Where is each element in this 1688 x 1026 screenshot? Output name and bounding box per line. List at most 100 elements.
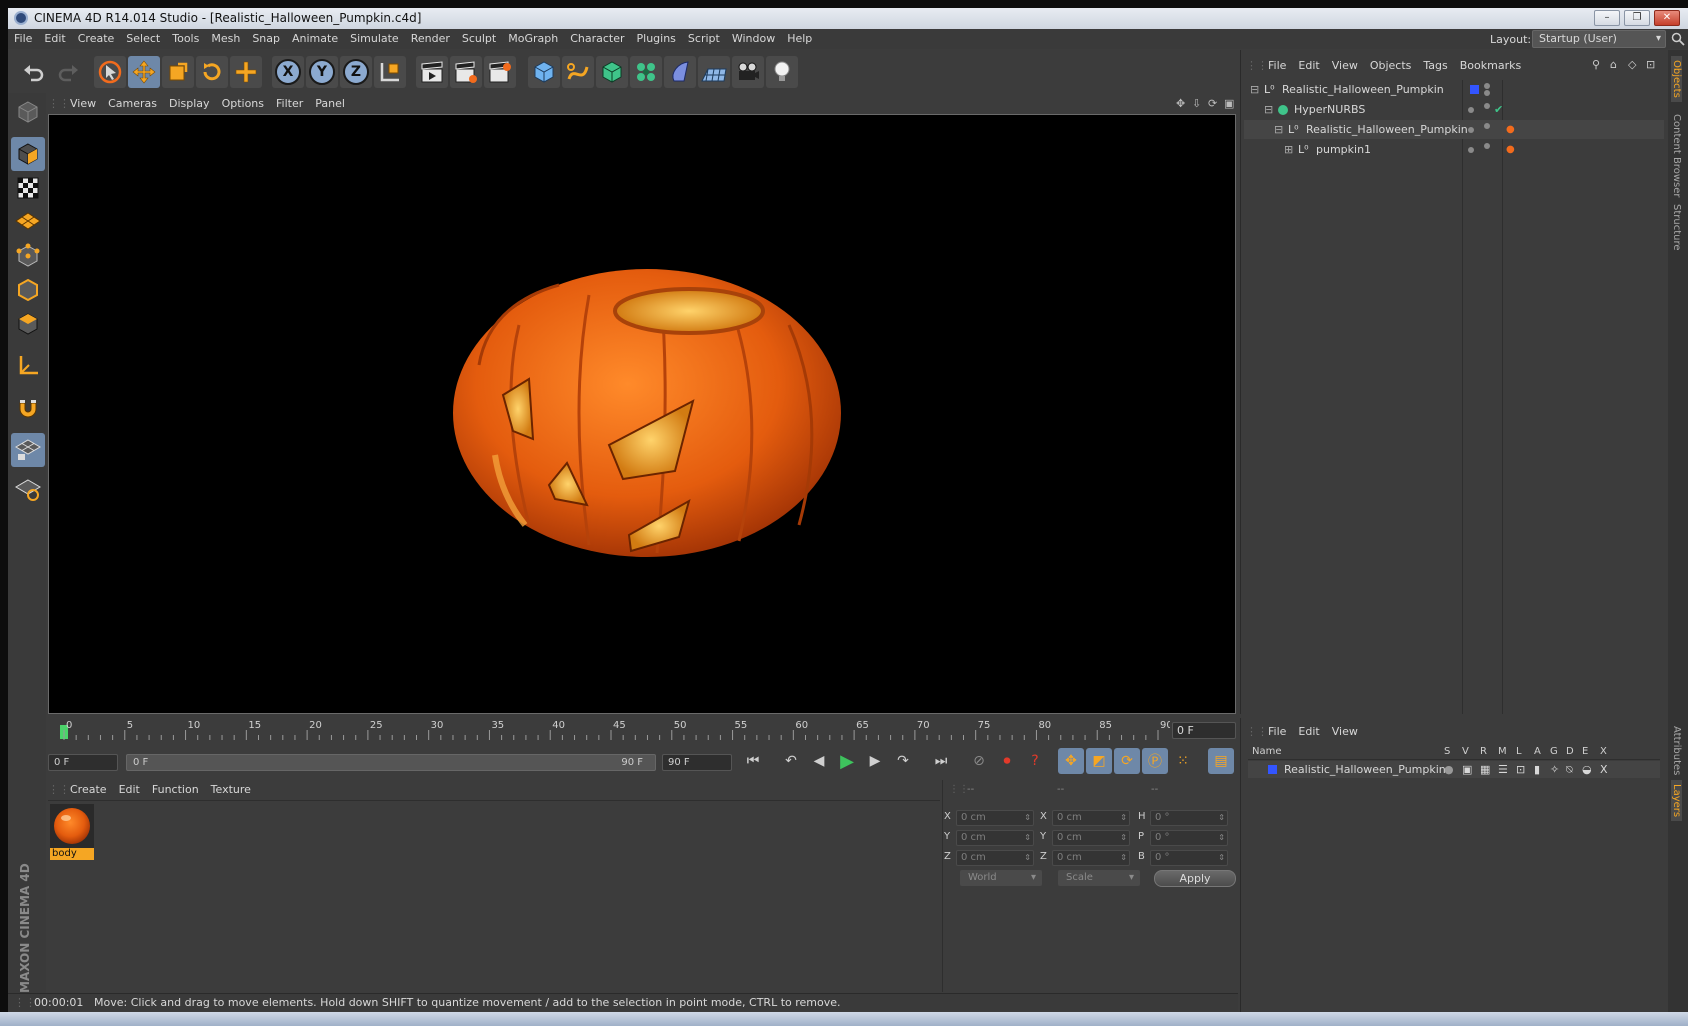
viewport-toggle-icon[interactable]: ▣ — [1224, 97, 1238, 111]
object-back-icon[interactable]: ◇ — [1628, 58, 1636, 71]
render-visibility-dot[interactable] — [1484, 90, 1490, 96]
expand-icon[interactable]: ⊞ — [1284, 140, 1293, 159]
viewport-menu-display[interactable]: Display — [163, 94, 216, 114]
snapping-button[interactable] — [11, 391, 45, 425]
objects-menu-tags[interactable]: Tags — [1417, 56, 1453, 76]
render-picture-viewer-button[interactable] — [450, 56, 482, 88]
col-animation[interactable]: A — [1534, 746, 1541, 757]
3d-viewport[interactable] — [48, 114, 1236, 714]
tab-attributes[interactable]: Attributes — [1671, 722, 1682, 779]
redo-button[interactable] — [52, 56, 84, 88]
minimize-button[interactable]: – — [1594, 10, 1620, 26]
rot-h-field[interactable]: 0 ° — [1150, 810, 1228, 826]
workplane-mode-button[interactable] — [11, 205, 45, 239]
material-menu-texture[interactable]: Texture — [205, 780, 257, 800]
points-mode-button[interactable] — [11, 239, 45, 273]
scale-tool-button[interactable] — [162, 56, 194, 88]
end-frame-field[interactable]: 90 F — [662, 754, 732, 771]
key-rotation-icon[interactable]: ⟳ — [1114, 748, 1140, 774]
edges-mode-button[interactable] — [11, 273, 45, 307]
restore-button[interactable]: ❐ — [1624, 10, 1650, 26]
key-parameter-icon[interactable]: Ⓟ — [1142, 748, 1168, 774]
key-scale-icon[interactable]: ◩ — [1086, 748, 1112, 774]
xref-toggle-icon[interactable]: X — [1600, 761, 1608, 778]
current-frame-field[interactable]: 0 F — [1172, 722, 1236, 739]
render-view-button[interactable] — [416, 56, 448, 88]
undo-button[interactable] — [18, 56, 50, 88]
col-deformers[interactable]: D — [1566, 746, 1574, 757]
recent-tool-button[interactable] — [230, 56, 262, 88]
menu-plugins[interactable]: Plugins — [631, 29, 682, 49]
layers-menu-file[interactable]: File — [1262, 722, 1292, 742]
menu-file[interactable]: File — [8, 29, 38, 49]
viewport-zoom-icon[interactable]: ⇩ — [1192, 97, 1206, 111]
col-expressions[interactable]: E — [1582, 746, 1588, 757]
previous-frame-button[interactable]: ◀ — [806, 748, 832, 774]
pos-z-field[interactable]: 0 cm — [956, 850, 1034, 866]
record-keys-icon[interactable]: ⊘ — [966, 748, 992, 774]
collapse-icon[interactable]: ⊟ — [1274, 120, 1283, 139]
key-pla-icon[interactable]: ⁙ — [1170, 748, 1196, 774]
move-tool-button[interactable] — [128, 56, 160, 88]
material-menu-create[interactable]: Create — [64, 780, 113, 800]
menu-mesh[interactable]: Mesh — [205, 29, 246, 49]
menu-sculpt[interactable]: Sculpt — [456, 29, 502, 49]
size-x-field[interactable]: 0 cm — [1052, 810, 1130, 826]
render-visibility-dot[interactable] — [1484, 143, 1490, 149]
lock-x-axis-button[interactable]: X — [272, 56, 304, 88]
menu-select[interactable]: Select — [120, 29, 166, 49]
objects-menu-objects[interactable]: Objects — [1364, 56, 1418, 76]
view-toggle-icon[interactable]: ▣ — [1462, 761, 1472, 778]
viewport-menu-cameras[interactable]: Cameras — [102, 94, 163, 114]
search-icon[interactable] — [1671, 32, 1685, 46]
generators-toggle-icon[interactable]: ✧ — [1550, 761, 1559, 778]
add-nurbs-button[interactable] — [596, 56, 628, 88]
viewport-menu-view[interactable]: View — [64, 94, 102, 114]
pos-y-field[interactable]: 0 cm — [956, 830, 1034, 846]
object-new-view-icon[interactable]: ⊡ — [1646, 58, 1655, 71]
menu-tools[interactable]: Tools — [166, 29, 205, 49]
menu-character[interactable]: Character — [564, 29, 630, 49]
object-row[interactable]: ⊟ HyperNURBS ✔ — [1244, 100, 1664, 119]
add-deformer-button[interactable] — [664, 56, 696, 88]
add-light-button[interactable] — [766, 56, 798, 88]
rot-b-field[interactable]: 0 ° — [1150, 850, 1228, 866]
start-frame-field[interactable]: 0 F — [48, 754, 118, 771]
timeline-ruler[interactable]: 0 5 10 15 20 25 30 35 40 45 50 55 60 65 70 75 80 85 90 — [48, 718, 1173, 742]
rotate-tool-button[interactable] — [196, 56, 228, 88]
animation-toggle-icon[interactable]: ▮ — [1534, 761, 1540, 778]
menu-create[interactable]: Create — [72, 29, 121, 49]
col-generators[interactable]: G — [1550, 746, 1558, 757]
add-scene-button[interactable] — [698, 56, 730, 88]
keyframe-help-icon[interactable]: ? — [1022, 748, 1048, 774]
next-key-button[interactable]: ↷ — [890, 748, 916, 774]
model-mode-button[interactable] — [11, 137, 45, 171]
col-manager[interactable]: M — [1498, 746, 1507, 757]
col-name[interactable]: Name — [1252, 746, 1282, 757]
collapse-icon[interactable]: ⊟ — [1264, 100, 1273, 119]
render-settings-button[interactable] — [484, 56, 516, 88]
render-toggle-icon[interactable]: ▦ — [1480, 761, 1490, 778]
collapse-icon[interactable]: ⊟ — [1250, 80, 1259, 99]
manager-toggle-icon[interactable]: ☰ — [1498, 761, 1508, 778]
col-locked[interactable]: L — [1516, 746, 1522, 757]
viewport-menu-panel[interactable]: Panel — [309, 94, 351, 114]
object-axis-button[interactable] — [11, 349, 45, 383]
lock-z-axis-button[interactable]: Z — [340, 56, 372, 88]
viewport-rotate-icon[interactable]: ⟳ — [1208, 97, 1222, 111]
add-cube-button[interactable] — [528, 56, 560, 88]
expressions-toggle-icon[interactable]: ◒ — [1582, 761, 1592, 778]
add-mograph-button[interactable] — [630, 56, 662, 88]
col-render[interactable]: R — [1480, 746, 1487, 757]
menu-script[interactable]: Script — [682, 29, 726, 49]
locked-workplane-button[interactable] — [11, 433, 45, 467]
timeline-window-icon[interactable]: ▤ — [1208, 748, 1234, 774]
live-selection-button[interactable] — [94, 56, 126, 88]
polygons-mode-button[interactable] — [11, 307, 45, 341]
frame-range-slider[interactable]: 0 F 90 F — [126, 754, 656, 771]
texture-mode-button[interactable] — [11, 171, 45, 205]
material-menu-edit[interactable]: Edit — [113, 780, 146, 800]
object-row[interactable]: ⊟ L⁰ Realistic_Halloween_Pumpkin — [1244, 80, 1664, 99]
layers-menu-edit[interactable]: Edit — [1292, 722, 1325, 742]
layer-color-swatch[interactable] — [1268, 765, 1277, 774]
